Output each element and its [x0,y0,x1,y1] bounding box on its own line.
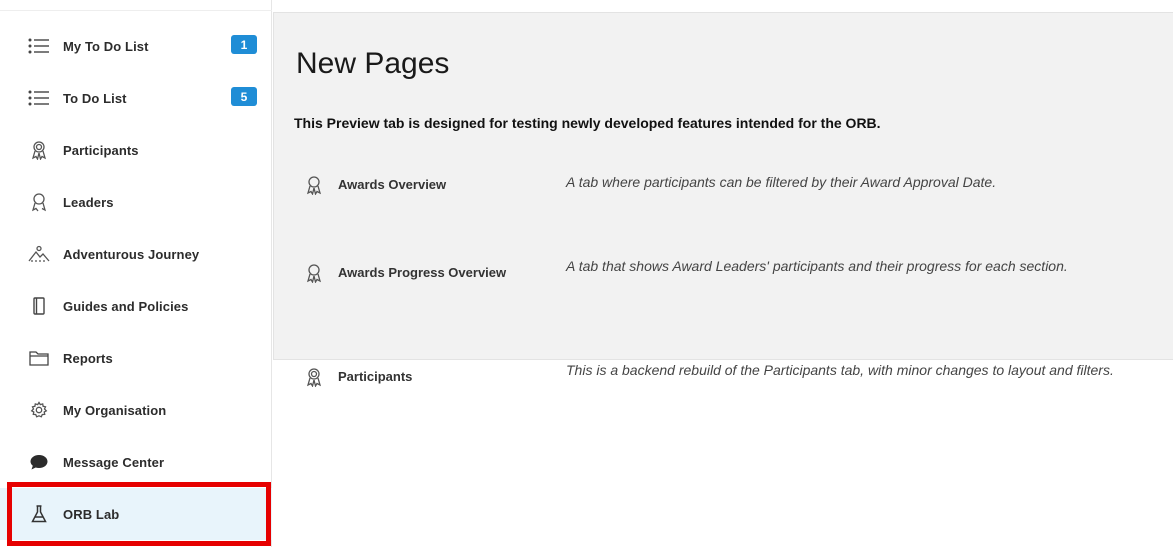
sidebar-item-label: Guides and Policies [63,298,189,314]
feature-description: A tab where participants can be filtered… [566,174,997,190]
feature-row-awards-progress-overview[interactable]: Awards Progress Overview A tab that show… [304,235,1164,295]
feature-name[interactable]: Awards Progress Overview [338,265,506,280]
sidebar-item-participants[interactable]: Participants [0,124,272,176]
sidebar-item-label: Message Center [63,454,165,470]
sidebar: My To Do List 1 To Do List 5 Participant… [0,0,272,547]
sidebar-item-label: ORB Lab [63,506,120,522]
sidebar-item-orb-lab[interactable]: ORB Lab [0,488,272,540]
sidebar-item-label: My Organisation [63,402,167,418]
sidebar-item-label: My To Do List [63,38,149,54]
gear-icon [28,400,50,420]
sidebar-item-label: To Do List [63,90,127,106]
new-pages-panel: New Pages This Preview tab is designed f… [273,12,1173,388]
sidebar-item-adventurous-journey[interactable]: Adventurous Journey [0,228,272,280]
feature-description: A tab that shows Award Leaders' particip… [566,258,1068,274]
feature-description: This is a backend rebuild of the Partici… [566,362,1114,378]
sidebar-item-my-organisation[interactable]: My Organisation [0,384,272,436]
feature-name[interactable]: Participants [338,369,412,384]
sidebar-item-label: Adventurous Journey [63,246,200,262]
sidebar-item-guides-and-policies[interactable]: Guides and Policies [0,280,272,332]
feature-row-awards-overview[interactable]: Awards Overview A tab where participants… [304,167,1164,207]
list-icon [28,88,50,108]
feature-list: Awards Overview A tab where participants… [304,161,1164,388]
sidebar-item-leaders[interactable]: Leaders [0,176,272,228]
sidebar-item-my-to-do-list[interactable]: My To Do List 1 [0,20,272,72]
flask-icon [28,504,50,524]
sidebar-item-reports[interactable]: Reports [0,332,272,384]
award-ribbon-icon [28,140,50,160]
sidebar-item-message-center[interactable]: Message Center [0,436,272,488]
chat-bubble-icon [28,452,50,472]
folder-icon [28,348,50,368]
person-award-icon [28,192,50,212]
award-icon [304,175,324,196]
award-icon [304,263,324,284]
sidebar-item-to-do-list[interactable]: To Do List 5 [0,72,272,124]
list-icon [28,36,50,56]
count-badge: 5 [231,87,257,106]
count-badge: 1 [231,35,257,54]
feature-name[interactable]: Awards Overview [338,177,446,192]
sidebar-divider [0,10,272,11]
sidebar-nav: My To Do List 1 To Do List 5 Participant… [0,20,272,540]
sidebar-item-label: Leaders [63,194,114,210]
feature-row-participants[interactable]: Participants This is a backend rebuild o… [304,323,1164,388]
mountain-icon [28,244,50,264]
sidebar-item-label: Reports [63,350,113,366]
page-title: New Pages [296,47,450,80]
sidebar-item-label: Participants [63,142,139,158]
book-icon [28,296,50,316]
award-ribbon-icon [304,367,324,388]
page-subtitle: This Preview tab is designed for testing… [294,115,881,131]
